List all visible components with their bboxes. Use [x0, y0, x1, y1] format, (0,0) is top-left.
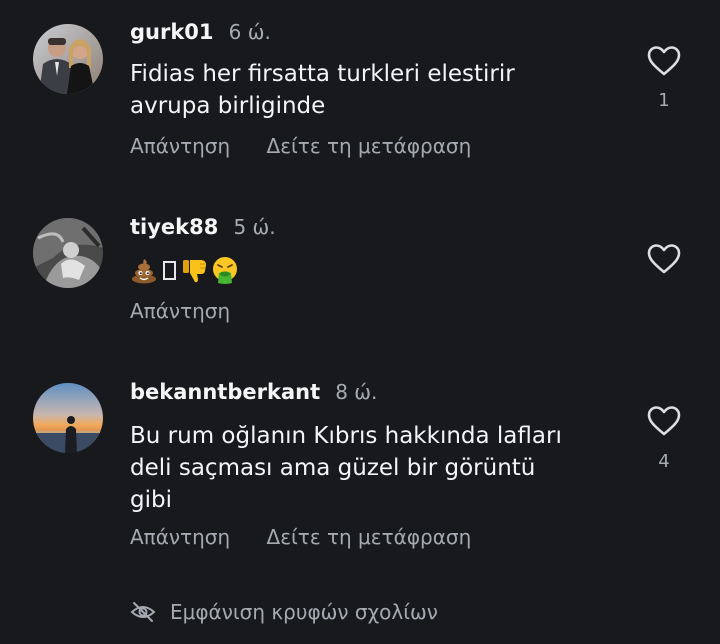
heart-icon[interactable]	[647, 45, 681, 77]
avatar[interactable]	[33, 383, 103, 453]
see-translation-button[interactable]: Δείτε τη μετάφραση	[267, 525, 472, 549]
comment-item: tiyek88 5 ώ. Απάντηση	[0, 215, 720, 325]
reply-button[interactable]: Απάντηση	[130, 299, 230, 323]
comment-text-line: gibi	[130, 487, 172, 513]
comment-actions: Απάντηση Δείτε τη μετάφραση	[130, 525, 471, 549]
reply-button[interactable]: Απάντηση	[130, 525, 230, 549]
like-count: 4	[658, 451, 670, 472]
like-count: 1	[658, 90, 670, 111]
comment-item: gurk01 6 ώ. Fidias her firsatta turkleri…	[0, 20, 720, 170]
comment-actions: Απάντηση Δείτε τη μετάφραση	[130, 134, 471, 158]
comment-header: bekanntberkant 8 ώ.	[130, 380, 377, 404]
timestamp: 6 ώ.	[228, 20, 271, 44]
couple-photo-avatar	[33, 24, 103, 94]
avatar[interactable]	[33, 218, 103, 288]
comment-text-line: Bu rum oğlanın Kıbrıs hakkında lafları	[130, 423, 562, 449]
comment-text-line: deli saçması ama güzel bir görüntü	[130, 455, 536, 481]
pile-of-poo-icon	[132, 259, 156, 284]
show-hidden-comments-button[interactable]: Εμφάνιση κρυφών σχολίων	[130, 600, 438, 624]
thumbs-down-icon	[183, 260, 206, 283]
comment-actions: Απάντηση	[130, 299, 230, 323]
timestamp: 8 ώ.	[335, 380, 378, 404]
sunset-silhouette-avatar	[33, 383, 103, 453]
comment-text-line: Fidias her firsatta turkleri elestirir	[130, 61, 515, 87]
comment-header: gurk01 6 ώ.	[130, 20, 271, 44]
comments-section: gurk01 6 ώ. Fidias her firsatta turkleri…	[0, 0, 720, 644]
avatar[interactable]	[33, 24, 103, 94]
comment-item: bekanntberkant 8 ώ. Bu rum oğlanın Kıbrı…	[0, 380, 720, 560]
emoji-text	[130, 255, 239, 285]
eye-slash-icon	[130, 602, 156, 622]
show-hidden-comments-label: Εμφάνιση κρυφών σχολίων	[170, 600, 438, 624]
timestamp: 5 ώ.	[233, 215, 276, 239]
comment-header: tiyek88 5 ώ.	[130, 215, 276, 239]
heart-icon[interactable]	[647, 243, 681, 275]
heart-icon[interactable]	[647, 405, 681, 437]
comment-text-line: avrupa birliginde	[130, 93, 326, 119]
comment-text: Fidias her firsatta turkleri elestirir a…	[130, 58, 610, 122]
reply-button[interactable]: Απάντηση	[130, 134, 230, 158]
username[interactable]: bekanntberkant	[130, 380, 320, 404]
see-translation-button[interactable]: Δείτε τη μετάφραση	[267, 134, 472, 158]
comment-text: Bu rum oğlanın Kıbrıs hakkında lafları d…	[130, 420, 610, 516]
username[interactable]: gurk01	[130, 20, 214, 44]
username[interactable]: tiyek88	[130, 215, 218, 239]
monochrome-photo-avatar	[33, 218, 103, 288]
missing-glyph-icon	[163, 260, 176, 280]
vomiting-face-icon	[213, 257, 237, 284]
